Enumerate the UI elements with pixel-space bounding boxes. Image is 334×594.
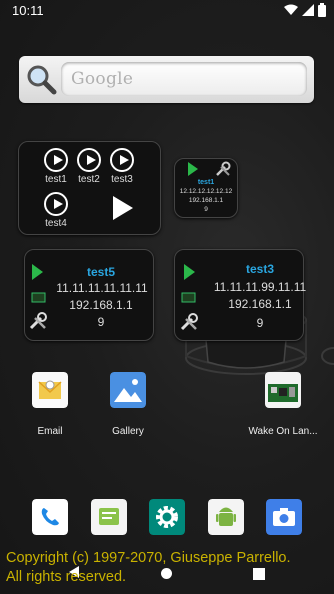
- copyright-line-1: Copyright (c) 1997-2070, Giuseppe Parrel…: [6, 550, 291, 566]
- android-app-icon[interactable]: [208, 499, 244, 535]
- play-label: test3: [111, 174, 133, 185]
- status-time: 10:11: [12, 3, 44, 18]
- app-label: Email: [37, 426, 63, 437]
- host-mac: 11.11.11.99.11.11: [213, 280, 307, 294]
- signal-icon: [302, 4, 314, 16]
- search-input[interactable]: Google: [61, 62, 307, 96]
- app-gallery[interactable]: Gallery: [88, 372, 168, 437]
- status-bar: 10:11: [0, 0, 334, 22]
- app-email[interactable]: Email: [10, 372, 90, 437]
- host-ip: 192.168.1.1: [228, 297, 292, 311]
- wrench-icon[interactable]: [215, 161, 231, 177]
- play-circle-icon: [44, 148, 68, 172]
- phone-app-icon[interactable]: [32, 499, 68, 535]
- email-icon: [32, 372, 68, 408]
- play-label: test2: [78, 174, 100, 185]
- host-title: test5: [86, 265, 115, 279]
- play-button-test3[interactable]: test3: [107, 148, 137, 185]
- play-all-icon[interactable]: [111, 194, 135, 222]
- host-mac: 12.12.12.12.12.12: [179, 188, 233, 195]
- host-port: 9: [204, 206, 208, 213]
- host-port: 9: [97, 315, 105, 329]
- wake-play-icon[interactable]: [188, 162, 198, 176]
- host-title: test3: [245, 262, 274, 276]
- messaging-app-icon[interactable]: [91, 499, 127, 535]
- app-wake-on-lan[interactable]: Wake On Lan...: [243, 372, 323, 437]
- copyright-line-2: All rights reserved.: [6, 569, 127, 585]
- search-placeholder: Google: [71, 69, 134, 89]
- app-label: Gallery: [112, 426, 144, 437]
- play-circle-icon: [77, 148, 101, 172]
- wifi-icon: [284, 4, 298, 15]
- play-button-test1[interactable]: test1: [41, 148, 71, 185]
- host-widget-test3[interactable]: test3 11.11.11.99.11.11 192.168.1.1 9: [174, 249, 306, 341]
- play-label: test1: [45, 174, 67, 185]
- google-search-widget[interactable]: Google: [19, 56, 314, 103]
- play-button-test2[interactable]: test2: [74, 148, 104, 185]
- wol-buttons-widget: test1 test2 test3 test4: [18, 141, 161, 235]
- copyright-notice: Copyright (c) 1997-2070, Giuseppe Parrel…: [6, 549, 291, 587]
- host-ip: 192.168.1.1: [69, 298, 133, 312]
- host-widget-small[interactable]: test1 12.12.12.12.12.12 192.168.1.1 9: [174, 158, 238, 218]
- play-button-test4[interactable]: test4: [41, 192, 71, 229]
- magnifier-icon: [27, 65, 57, 95]
- host-port: 9: [256, 316, 264, 330]
- settings-app-icon[interactable]: [149, 499, 185, 535]
- gallery-icon: [110, 372, 146, 408]
- battery-icon: [318, 3, 326, 17]
- camera-app-icon[interactable]: [266, 499, 302, 535]
- wake-on-lan-icon: [265, 372, 301, 408]
- host-title: test1: [197, 179, 215, 186]
- play-circle-icon: [44, 192, 68, 216]
- host-mac: 11.11.11.11.11.11: [56, 281, 148, 295]
- status-icons: [284, 3, 326, 17]
- host-ip: 192.168.1.1: [188, 197, 224, 204]
- wake-play-icon[interactable]: [184, 264, 195, 280]
- host-widget-test5[interactable]: test5 11.11.11.11.11.11 192.168.1.1 9: [24, 249, 154, 341]
- play-label: test4: [45, 218, 67, 229]
- play-circle-icon: [110, 148, 134, 172]
- app-label: Wake On Lan...: [248, 426, 318, 437]
